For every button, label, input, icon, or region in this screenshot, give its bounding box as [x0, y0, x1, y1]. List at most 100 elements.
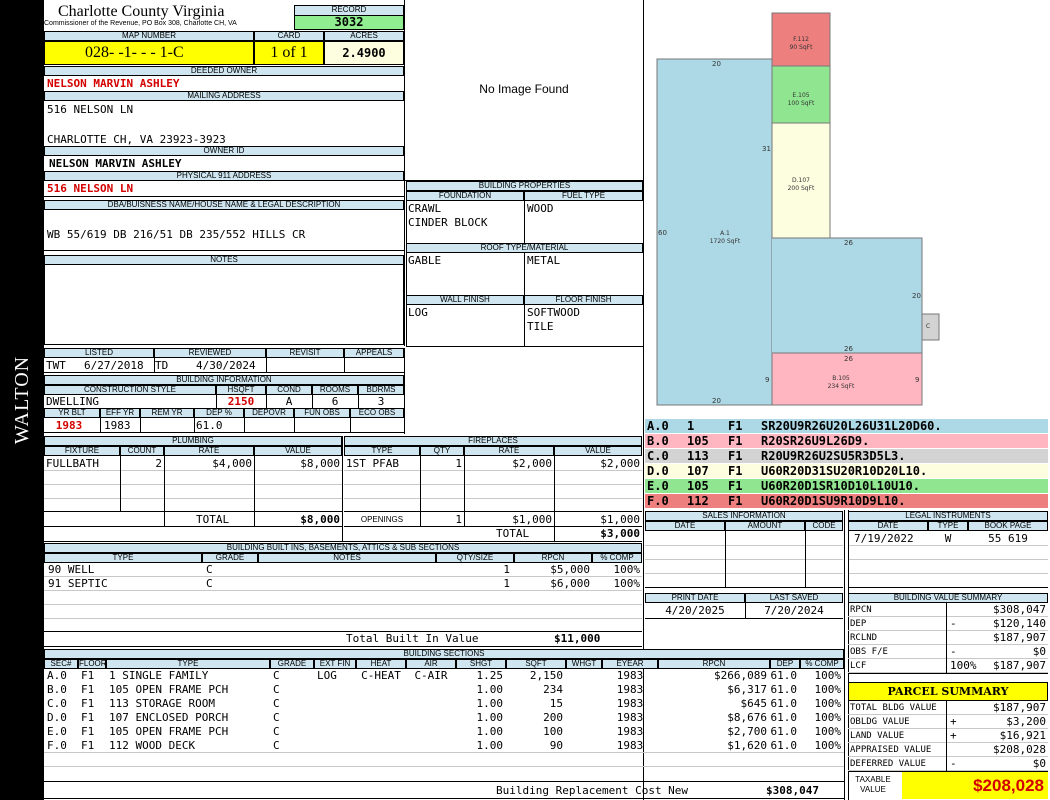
builtins-total: $11,000	[554, 632, 601, 645]
section-cell: 100%	[814, 669, 842, 682]
reviewed-by: TD	[155, 359, 169, 372]
section-cell: C-AIR	[414, 669, 448, 682]
value-summary-value: $0	[1032, 645, 1046, 658]
section-cell: 105 OPEN FRAME PCH	[109, 683, 229, 696]
hsqft-label: HSQFT	[216, 385, 266, 395]
legend-sec: D.0	[647, 464, 669, 478]
fireplaces-h-value: VALUE	[554, 446, 642, 456]
legal-h-date: DATE	[848, 521, 928, 531]
builtin-comp: 100%	[613, 577, 641, 590]
depovr-label: DEPOVR	[244, 408, 294, 418]
section-cell: 113 STORAGE ROOM	[109, 697, 215, 710]
section-cell: $8,676	[727, 711, 767, 724]
yrblt-label: YR BLT	[44, 408, 100, 418]
sections-h-3: GRADE	[270, 659, 314, 669]
section-cell: 1983	[616, 697, 644, 710]
sketch-legend-row: F.0 112 F1 U60R20D1SU9R10D9L10.	[645, 494, 1048, 509]
taxable-label-2: VALUE	[860, 785, 886, 794]
legend-code: 112	[687, 494, 709, 508]
section-cell: 1983	[616, 725, 644, 738]
sketch-legend-row: A.0 1 F1 SR20U9R26U20L26U31L20D60.	[645, 419, 1048, 434]
section-cell: C	[273, 725, 280, 738]
legend-code: 105	[687, 479, 709, 493]
legal-h-bookpage: BOOK PAGE	[968, 521, 1048, 531]
sections-h-9: WHGT	[566, 659, 602, 669]
roof-type: GABLE	[408, 254, 442, 267]
section-cell: 100%	[814, 697, 842, 710]
sketch-dimension: 60	[658, 229, 667, 237]
sketch-dimension: 26	[844, 345, 853, 353]
section-cell: F1	[81, 697, 95, 710]
section-cell: 1.25	[476, 669, 504, 682]
legal-h-type: TYPE	[928, 521, 968, 531]
parcel-divider	[946, 701, 947, 771]
section-cell: $266,089	[714, 669, 767, 682]
section-cell: 100%	[814, 711, 842, 724]
value-summary-value: $120,140	[993, 617, 1046, 630]
sketch-area-label: E.105 100 SqFt	[772, 92, 830, 108]
builtin-qty: 1	[503, 577, 510, 590]
effyr: 1983	[104, 419, 131, 432]
section-cell: C	[273, 711, 280, 724]
section-cell: 1983	[616, 669, 644, 682]
legend-vectors: R20SR26U9L26D9.	[761, 434, 870, 448]
taxable-label-1: TAXABLE	[855, 775, 891, 784]
parcel-label: TOTAL BLDG VALUE	[850, 703, 937, 713]
section-cell: 61.0	[770, 725, 798, 738]
plumbing-count: 2	[155, 457, 162, 470]
section-cell: C	[273, 739, 280, 752]
legend-code: 105	[687, 434, 709, 448]
parcel-value: $3,200	[1006, 715, 1046, 728]
parcel-value: $16,921	[999, 729, 1046, 742]
reviewed-label: REVIEWED	[154, 348, 266, 358]
builtins-h-qty: QTY/SIZE	[436, 553, 514, 563]
print-date: 4/20/2025	[665, 604, 725, 617]
fireplace-value: $2,000	[600, 457, 640, 470]
map-number: 028- -1- - - 1-C	[44, 41, 254, 65]
plumbing-total-label: TOTAL	[196, 513, 230, 526]
value-summary-value: $187,907	[993, 631, 1046, 644]
openings-rate: $1,000	[512, 513, 552, 526]
sketch-area-sqft: 100 SqFt	[787, 100, 815, 107]
sketch-area-id: F.112	[793, 36, 809, 43]
section-cell: F1	[81, 669, 95, 682]
fireplaces-total-label: TOTAL	[496, 527, 530, 540]
reviewed-date: 4/30/2024	[196, 359, 256, 372]
builtin-grade: C	[206, 577, 213, 590]
value-summary-label: DEP	[850, 619, 867, 629]
section-cell: 100%	[814, 683, 842, 696]
section-cell: 107 ENCLOSED PORCH	[109, 711, 229, 724]
section-cell: E.0	[47, 725, 67, 738]
sketch-dimension: 20	[912, 292, 921, 300]
sections-h-11: RPCN	[658, 659, 770, 669]
sales-h-code: CODE	[805, 521, 843, 531]
section-cell: C	[273, 697, 280, 710]
construction-style-label: CONSTRUCTION STYLE	[44, 385, 216, 395]
sales-h-amount: AMOUNT	[725, 521, 805, 531]
sketch-area-sqft: 200 SqFt	[787, 185, 815, 192]
builtins-h-notes: NOTES	[258, 553, 436, 563]
taxable-value: $208,028	[902, 772, 1048, 799]
fireplaces-title: FIREPLACES	[344, 436, 642, 446]
sections-h-10: EYEAR	[602, 659, 658, 669]
section-cell: A.0	[47, 669, 67, 682]
plumbing-total: $8,000	[300, 513, 340, 526]
sketch-area-id: E.105	[792, 92, 810, 99]
legend-floor: F1	[728, 479, 743, 493]
sketch-legend-row: E.0 105 F1 U60R20D1SR10D10L10U10.	[645, 479, 1048, 494]
legend-floor: F1	[728, 494, 743, 508]
remyr-label: REM YR	[140, 408, 194, 418]
cond: A	[285, 395, 293, 408]
listed-label: LISTED	[44, 348, 154, 358]
legend-vectors: SR20U9R26U20L26U31L20D60.	[761, 419, 942, 433]
sections-h-6: AIR	[406, 659, 456, 669]
card-label: CARD	[254, 31, 324, 41]
deeded-owner: NELSON MARVIN ASHLEY	[47, 77, 180, 90]
sections-title: BUILDING SECTIONS	[44, 649, 844, 659]
appeals-label: APPEALS	[344, 348, 404, 358]
ecoobs-label: ECO OBS	[350, 408, 404, 418]
section-cell: 15	[549, 697, 563, 710]
sketch-area-sqft: 90 SqFt	[789, 44, 813, 51]
dep-pct: 61.0	[196, 419, 223, 432]
commissioner-line: Commissioner of the Revenue, PO Box 308,…	[44, 20, 237, 27]
